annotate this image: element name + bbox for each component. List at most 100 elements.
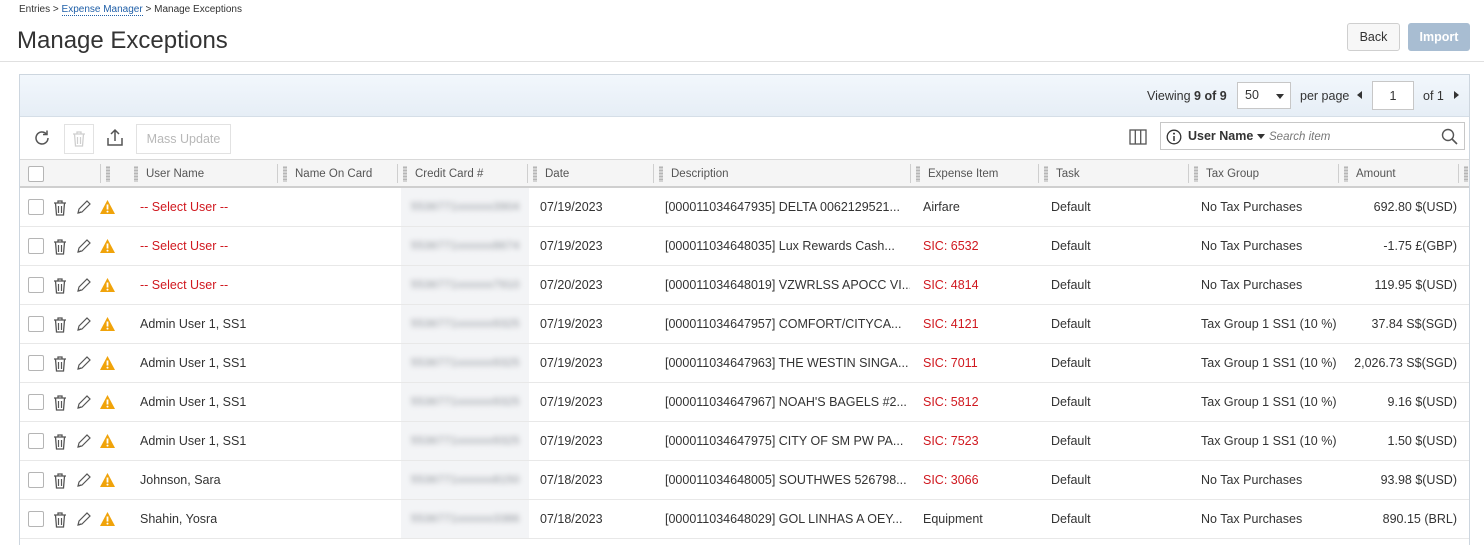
- breadcrumb-root[interactable]: Entries: [19, 4, 50, 15]
- row-select[interactable]: [28, 227, 44, 265]
- trash-icon[interactable]: [52, 355, 68, 376]
- trash-icon[interactable]: [52, 316, 68, 337]
- search-icon[interactable]: [1441, 128, 1458, 148]
- trash-icon[interactable]: [52, 238, 68, 259]
- mass-update-button[interactable]: Mass Update: [136, 124, 231, 154]
- breadcrumb-link-expense-manager[interactable]: Expense Manager: [61, 4, 143, 16]
- search-input[interactable]: [1269, 127, 1439, 146]
- trash-icon[interactable]: [52, 433, 68, 454]
- cell-expense-item[interactable]: SIC: 4121: [923, 305, 979, 343]
- cell-expense-item[interactable]: SIC: 7011: [923, 344, 978, 382]
- prev-page-icon[interactable]: [1357, 91, 1362, 99]
- column-header-expense-item[interactable]: Expense Item: [928, 160, 998, 187]
- column-header-task[interactable]: Task: [1056, 160, 1080, 187]
- cell-expense-item[interactable]: Equipment: [923, 500, 983, 538]
- pencil-icon[interactable]: [75, 277, 91, 297]
- pencil-icon[interactable]: [75, 394, 91, 414]
- column-header-user-name[interactable]: User Name: [146, 160, 204, 187]
- column-resize-handle[interactable]: [1344, 166, 1348, 182]
- row-select[interactable]: [28, 461, 44, 499]
- checkbox[interactable]: [28, 165, 44, 182]
- column-resize-handle[interactable]: [1464, 166, 1468, 182]
- pencil-icon[interactable]: [75, 511, 91, 531]
- column-resize-handle[interactable]: [134, 166, 138, 182]
- cell-expense-item[interactable]: Airfare: [923, 188, 960, 226]
- warning-icon[interactable]: [99, 433, 116, 452]
- cell-user-name[interactable]: Admin User 1, SS1: [140, 383, 246, 421]
- column-header-name-on-card[interactable]: Name On Card: [295, 160, 372, 187]
- row-select[interactable]: [28, 266, 44, 304]
- row-select[interactable]: [28, 305, 44, 343]
- cell-expense-item[interactable]: SIC: 5812: [923, 383, 979, 421]
- back-button[interactable]: Back: [1347, 23, 1400, 51]
- import-button[interactable]: Import: [1408, 23, 1470, 51]
- row-checkbox[interactable]: [28, 433, 44, 449]
- pencil-icon[interactable]: [75, 316, 91, 336]
- column-header-description[interactable]: Description: [671, 160, 729, 187]
- warning-icon[interactable]: [99, 511, 116, 530]
- column-resize-handle[interactable]: [283, 166, 287, 182]
- cell-user-name[interactable]: -- Select User --: [140, 227, 228, 265]
- row-checkbox[interactable]: [28, 316, 44, 332]
- warning-icon[interactable]: [99, 277, 116, 296]
- chevron-down-icon[interactable]: [1257, 134, 1265, 139]
- warning-icon[interactable]: [99, 199, 116, 218]
- cell-user-name[interactable]: Admin User 1, SS1: [140, 422, 246, 460]
- warning-icon[interactable]: [99, 238, 116, 257]
- cell-expense-item[interactable]: SIC: 3066: [923, 461, 979, 499]
- export-icon[interactable]: [104, 127, 126, 149]
- pencil-icon[interactable]: [75, 472, 91, 492]
- search-field-select[interactable]: User Name: [1188, 129, 1253, 143]
- row-select[interactable]: [28, 422, 44, 460]
- column-resize-handle[interactable]: [916, 166, 920, 182]
- pencil-icon[interactable]: [75, 433, 91, 453]
- column-resize-handle[interactable]: [106, 166, 110, 182]
- pencil-icon[interactable]: [75, 199, 91, 219]
- row-checkbox[interactable]: [28, 199, 44, 215]
- cell-user-name[interactable]: Johnson, Sara: [140, 461, 221, 499]
- pencil-icon[interactable]: [75, 238, 91, 258]
- warning-icon[interactable]: [99, 394, 116, 413]
- row-checkbox[interactable]: [28, 472, 44, 488]
- cell-user-name[interactable]: Admin User 1, SS1: [140, 305, 246, 343]
- warning-icon[interactable]: [99, 472, 116, 491]
- trash-icon[interactable]: [52, 472, 68, 493]
- info-icon[interactable]: [1166, 129, 1182, 148]
- row-select[interactable]: [28, 188, 44, 226]
- column-resize-handle[interactable]: [659, 166, 663, 182]
- column-header-date[interactable]: Date: [545, 160, 569, 187]
- delete-selected-button[interactable]: [64, 124, 94, 154]
- column-header-credit-card[interactable]: Credit Card #: [415, 160, 483, 187]
- cell-expense-item[interactable]: SIC: 7523: [923, 422, 979, 460]
- warning-icon[interactable]: [99, 316, 116, 335]
- column-header-tax-group[interactable]: Tax Group: [1206, 160, 1259, 187]
- cell-user-name[interactable]: -- Select User --: [140, 266, 228, 304]
- cell-expense-item[interactable]: SIC: 6532: [923, 227, 979, 265]
- warning-icon[interactable]: [99, 355, 116, 374]
- row-checkbox[interactable]: [28, 511, 44, 527]
- cell-user-name[interactable]: -- Select User --: [140, 188, 228, 226]
- column-resize-handle[interactable]: [1194, 166, 1198, 182]
- page-number-input[interactable]: [1372, 81, 1414, 110]
- row-checkbox[interactable]: [28, 394, 44, 410]
- trash-icon[interactable]: [52, 199, 68, 220]
- trash-icon[interactable]: [52, 511, 68, 532]
- row-select[interactable]: [28, 344, 44, 382]
- column-resize-handle[interactable]: [533, 166, 537, 182]
- refresh-icon[interactable]: [31, 127, 53, 149]
- trash-icon[interactable]: [52, 277, 68, 298]
- column-header-amount[interactable]: Amount: [1356, 160, 1396, 187]
- row-select[interactable]: [28, 500, 44, 538]
- row-checkbox[interactable]: [28, 277, 44, 293]
- pencil-icon[interactable]: [75, 355, 91, 375]
- row-select[interactable]: [28, 383, 44, 421]
- columns-icon[interactable]: [1129, 128, 1147, 149]
- select-all-checkbox[interactable]: [28, 160, 44, 187]
- row-checkbox[interactable]: [28, 238, 44, 254]
- cell-user-name[interactable]: Shahin, Yosra: [140, 500, 217, 538]
- cell-user-name[interactable]: Admin User 1, SS1: [140, 344, 246, 382]
- row-checkbox[interactable]: [28, 355, 44, 371]
- cell-expense-item[interactable]: SIC: 4814: [923, 266, 979, 304]
- page-size-select[interactable]: 50: [1237, 82, 1291, 109]
- column-resize-handle[interactable]: [403, 166, 407, 182]
